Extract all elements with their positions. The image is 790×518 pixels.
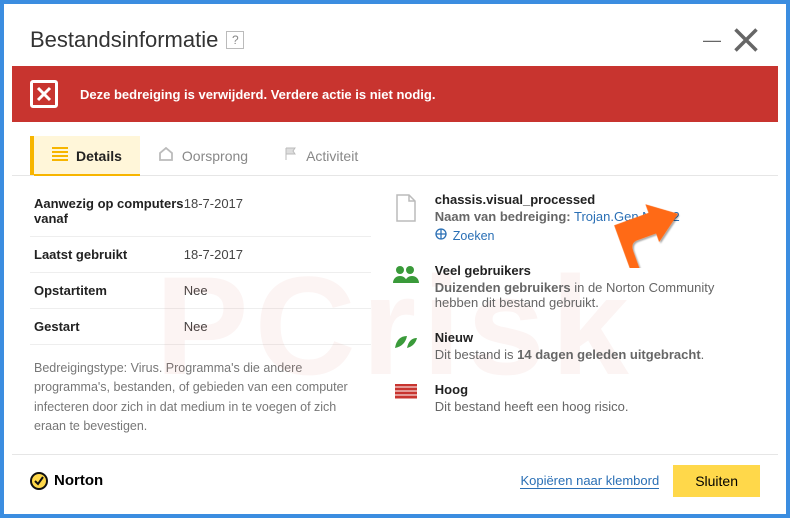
close-button[interactable]: Sluiten [673, 465, 760, 497]
risk-icon [391, 382, 421, 414]
tab-bar: Details Oorsprong Activiteit [12, 136, 778, 176]
close-icon [732, 26, 760, 54]
norton-logo: Norton [30, 472, 103, 490]
threat-label: Naam van bedreiging: [435, 209, 571, 224]
users-sub: Duizenden gebruikers in de Norton Commun… [435, 280, 760, 310]
search-link[interactable]: Zoeken [435, 228, 495, 243]
alert-text: Deze bedreiging is verwijderd. Verdere a… [80, 87, 435, 102]
users-icon [391, 263, 421, 310]
copy-to-clipboard-link[interactable]: Kopiëren naar klembord [520, 473, 659, 489]
tab-origin-label: Oorsprong [182, 148, 248, 164]
file-name: chassis.visual_processed [435, 192, 760, 207]
window-title: Bestandsinformatie [30, 27, 218, 53]
table-row: Opstartitem Nee [30, 273, 371, 309]
close-window-button[interactable] [732, 26, 760, 54]
tab-activity[interactable]: Activiteit [266, 136, 376, 175]
tab-details[interactable]: Details [34, 136, 140, 175]
list-icon [52, 147, 68, 164]
target-icon [435, 228, 447, 243]
new-bold: 14 dagen geleden uitgebracht [517, 347, 701, 362]
table-row: Laatst gebruikt 18-7-2017 [30, 237, 371, 273]
lastused-label: Laatst gebruikt [34, 247, 184, 262]
started-value: Nee [184, 319, 208, 334]
startup-label: Opstartitem [34, 283, 184, 298]
new-heading: Nieuw [435, 330, 760, 345]
help-icon[interactable]: ? [226, 31, 244, 49]
new-pre: Dit bestand is [435, 347, 517, 362]
file-icon [391, 192, 421, 243]
startup-value: Nee [184, 283, 208, 298]
threat-description: Bedreigingstype: Virus. Programma's die … [30, 345, 371, 437]
started-label: Gestart [34, 319, 184, 334]
threat-name-link[interactable]: Trojan.Gen.NPE.2 [574, 209, 680, 224]
details-table: Aanwezig op computers vanaf 18-7-2017 La… [30, 186, 371, 476]
search-label: Zoeken [453, 229, 495, 243]
minimize-button[interactable]: ― [698, 26, 726, 54]
home-icon [158, 147, 174, 164]
users-count: Duizenden gebruikers [435, 280, 571, 295]
table-row: Aanwezig op computers vanaf 18-7-2017 [30, 186, 371, 237]
risk-sub: Dit bestand heeft een hoog risico. [435, 399, 760, 414]
present-value: 18-7-2017 [184, 196, 243, 226]
brand-text: Norton [54, 472, 103, 489]
removed-icon [30, 80, 58, 108]
alert-banner: Deze bedreiging is verwijderd. Verdere a… [12, 66, 778, 122]
new-sub: Dit bestand is 14 dagen geleden uitgebra… [435, 347, 760, 362]
tab-origin[interactable]: Oorsprong [140, 136, 266, 175]
lastused-value: 18-7-2017 [184, 247, 243, 262]
users-heading: Veel gebruikers [435, 263, 760, 278]
present-label: Aanwezig op computers vanaf [34, 196, 184, 226]
flag-icon [284, 147, 298, 164]
table-row: Gestart Nee [30, 309, 371, 345]
tab-activity-label: Activiteit [306, 148, 358, 164]
new-post: . [701, 347, 705, 362]
risk-heading: Hoog [435, 382, 760, 397]
leaf-icon [391, 330, 421, 362]
check-icon [30, 472, 48, 490]
tab-details-label: Details [76, 148, 122, 164]
